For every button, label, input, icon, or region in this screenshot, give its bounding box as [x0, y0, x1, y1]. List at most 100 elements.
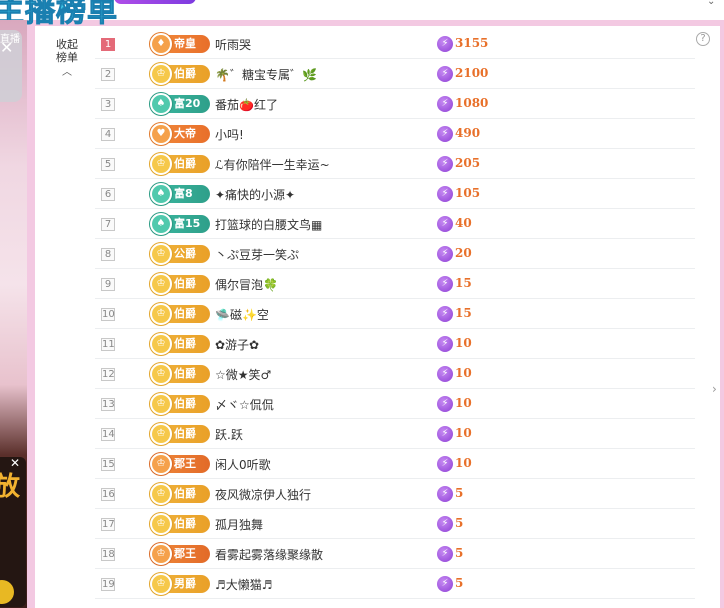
ranking-row[interactable]: 10 ♔ 伯爵 🛸磁✨空 ⚡ 15 [95, 299, 695, 329]
lightning-icon: ⚡ [437, 546, 453, 562]
ranking-row[interactable]: 3 ♠ 富20 番茄🍅红了 ⚡ 1080 [95, 89, 695, 119]
rank-number: 2 [101, 68, 115, 81]
crown-icon: ♥ [150, 123, 172, 145]
chevron-right-icon[interactable]: › [712, 382, 717, 396]
ranking-row[interactable]: 18 ♔ 郡王 看雾起雾落缘聚缘散 ⚡ 5 [95, 539, 695, 569]
level-badge: ♥ 大帝 [150, 123, 210, 145]
rank-number: 14 [101, 428, 115, 441]
level-badge: ♔ 伯爵 [150, 513, 210, 535]
score-value: 10 [455, 396, 472, 410]
level-badge: ♔ 伯爵 [150, 153, 210, 175]
level-badge: ♔ 伯爵 [150, 483, 210, 505]
rank-number: 16 [101, 488, 115, 501]
ranking-row[interactable]: 8 ♔ 公爵 丶ぷ豆芽一笑ぷ ⚡ 20 [95, 239, 695, 269]
collapse-label: 收起榜单 [56, 38, 78, 64]
lightning-icon: ⚡ [437, 456, 453, 472]
ranking-row[interactable]: 6 ♠ 富8 ✦痛快的小源✦ ⚡ 105 [95, 179, 695, 209]
score-value: 15 [455, 276, 472, 290]
user-name[interactable]: 🌴゛糖宝专属゛🌿 [215, 66, 317, 83]
level-badge: ♔ 伯爵 [150, 423, 210, 445]
user-name[interactable]: 〆ヾ☆侃侃 [215, 396, 274, 413]
level-badge: ♔ 公爵 [150, 243, 210, 265]
ranking-row[interactable]: 11 ♔ 伯爵 ✿游子✿ ⚡ 10 [95, 329, 695, 359]
lightning-icon: ⚡ [437, 36, 453, 52]
score-value: 1080 [455, 96, 489, 110]
chevron-down-icon[interactable]: ⌄ [707, 0, 715, 7]
close-icon[interactable]: ✕ [0, 38, 13, 57]
ranking-row[interactable]: 15 ♔ 郡王 闲人0听歌 ⚡ 10 [95, 449, 695, 479]
badge-label: 富15 [174, 217, 201, 230]
score-value: 10 [455, 426, 472, 440]
level-badge: ♔ 伯爵 [150, 393, 210, 415]
lightning-icon: ⚡ [437, 276, 453, 292]
badge-label: 伯爵 [174, 337, 196, 350]
lightning-icon: ⚡ [437, 156, 453, 172]
help-icon[interactable]: ? [696, 32, 710, 46]
ranking-row[interactable]: 14 ♔ 伯爵 跃.跃 ⚡ 10 [95, 419, 695, 449]
user-name[interactable]: 小吗! [215, 126, 244, 143]
lightning-icon: ⚡ [437, 576, 453, 592]
ranking-row[interactable]: 12 ♔ 伯爵 ☆微★笑♂ ⚡ 10 [95, 359, 695, 389]
user-name[interactable]: 孤月独舞 [215, 516, 263, 533]
score-value: 5 [455, 516, 464, 530]
user-name[interactable]: 看雾起雾落缘聚缘散 [215, 546, 323, 563]
ranking-row[interactable]: 1 ♦ 帝皇 听雨哭 ⚡ 3155 [95, 29, 695, 59]
rank-number: 11 [101, 338, 115, 351]
crown-icon: ♔ [150, 513, 172, 535]
score-value: 5 [455, 576, 464, 590]
user-name[interactable]: 跃.跃 [215, 426, 243, 443]
user-name[interactable]: 番茄🍅红了 [215, 96, 278, 113]
crown-icon: ♔ [150, 453, 172, 475]
badge-label: 伯爵 [174, 367, 196, 380]
level-badge: ♠ 富8 [150, 183, 210, 205]
lightning-icon: ⚡ [437, 186, 453, 202]
user-name[interactable]: 🛸磁✨空 [215, 306, 269, 323]
collapse-ranking-button[interactable]: 收起榜单 ︿ [54, 38, 80, 79]
user-name[interactable]: 闲人0听歌 [215, 456, 271, 473]
level-badge: ♠ 富15 [150, 213, 210, 235]
rank-number: 17 [101, 518, 115, 531]
ranking-row[interactable]: 2 ♔ 伯爵 🌴゛糖宝专属゛🌿 ⚡ 2100 [95, 59, 695, 89]
ranking-row[interactable]: 16 ♔ 伯爵 夜风微凉伊人独行 ⚡ 5 [95, 479, 695, 509]
user-name[interactable]: 夜风微凉伊人独行 [215, 486, 311, 503]
score-value: 105 [455, 186, 481, 200]
lightning-icon: ⚡ [437, 396, 453, 412]
header-pill-button[interactable] [114, 0, 196, 4]
user-name[interactable]: 偶尔冒泡🍀 [215, 276, 278, 293]
promo-text: 放 [0, 472, 21, 502]
score-value: 490 [455, 126, 481, 140]
ranking-row[interactable]: 9 ♔ 伯爵 偶尔冒泡🍀 ⚡ 15 [95, 269, 695, 299]
level-badge: ♦ 帝皇 [150, 33, 210, 55]
user-name[interactable]: ♬大懒猫♬ [215, 576, 273, 593]
score-value: 10 [455, 366, 472, 380]
ranking-row[interactable]: 5 ♔ 伯爵 ℒ有你陪伴一生幸运~ ⚡ 205 [95, 149, 695, 179]
crown-icon: ♔ [150, 423, 172, 445]
badge-label: 富20 [174, 97, 201, 110]
user-name[interactable]: ✿游子✿ [215, 336, 259, 353]
ranking-row[interactable]: 17 ♔ 伯爵 孤月独舞 ⚡ 5 [95, 509, 695, 539]
badge-label: 伯爵 [174, 427, 196, 440]
top-bar: 主播榜单 ⌄ [0, 0, 724, 30]
user-name[interactable]: 丶ぷ豆芽一笑ぷ [215, 246, 299, 263]
lightning-icon: ⚡ [437, 516, 453, 532]
user-name[interactable]: 听雨哭 [215, 36, 251, 53]
badge-label: 郡王 [174, 547, 196, 560]
ranking-row[interactable]: 13 ♔ 伯爵 〆ヾ☆侃侃 ⚡ 10 [95, 389, 695, 419]
user-name[interactable]: 打篮球的白腰文鸟▦ [215, 216, 322, 233]
ranking-row[interactable]: 19 ♔ 男爵 ♬大懒猫♬ ⚡ 5 [95, 569, 695, 599]
score-value: 10 [455, 456, 472, 470]
badge-label: 帝皇 [174, 37, 196, 50]
score-value: 40 [455, 216, 472, 230]
rank-number: 10 [101, 308, 115, 321]
ranking-row[interactable]: 4 ♥ 大帝 小吗! ⚡ 490 [95, 119, 695, 149]
user-name[interactable]: ✦痛快的小源✦ [215, 186, 295, 203]
user-name[interactable]: ℒ有你陪伴一生幸运~ [215, 156, 330, 173]
score-value: 15 [455, 306, 472, 320]
user-name[interactable]: ☆微★笑♂ [215, 366, 271, 383]
crown-icon: ♔ [150, 153, 172, 175]
ranking-list: 1 ♦ 帝皇 听雨哭 ⚡ 3155 2 ♔ 伯爵 🌴゛糖宝专属゛🌿 ⚡ 2100 3 ♠ 富20 番茄🍅红了 ⚡… [95, 29, 695, 599]
rank-number: 12 [101, 368, 115, 381]
ranking-row[interactable]: 7 ♠ 富15 打篮球的白腰文鸟▦ ⚡ 40 [95, 209, 695, 239]
rank-number: 8 [101, 248, 115, 261]
crown-icon: ♔ [150, 363, 172, 385]
